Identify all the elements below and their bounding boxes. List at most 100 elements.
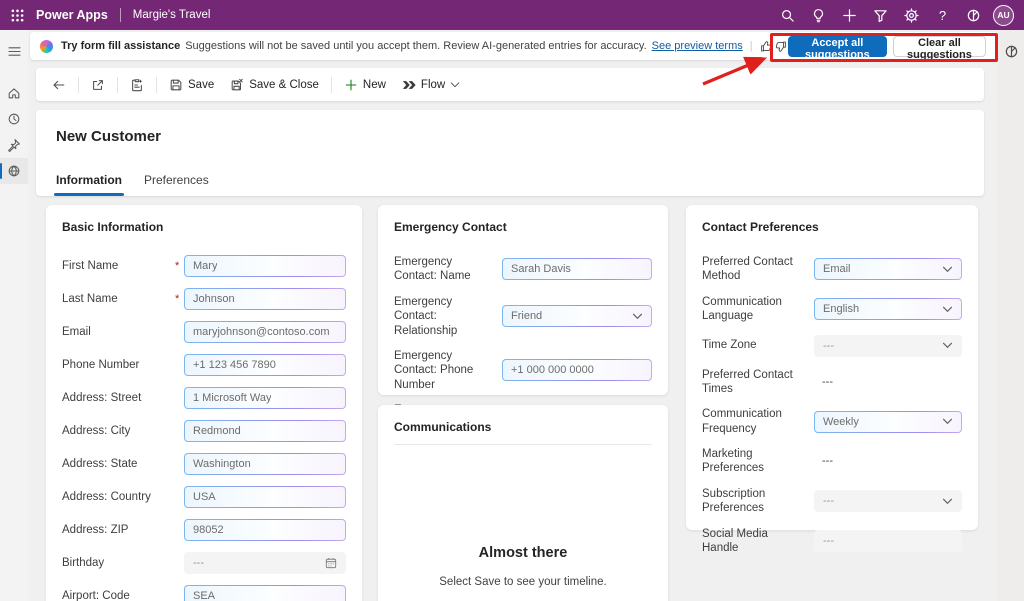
- social-media-handle-input[interactable]: ---: [814, 530, 962, 552]
- sidebar-item-pinned[interactable]: [0, 132, 28, 158]
- new-label: New: [363, 79, 386, 91]
- form-header-card: New Customer Information Preferences: [36, 110, 984, 196]
- field-value: maryjohnson@contoso.com: [193, 326, 330, 338]
- banner-title: Try form fill assistance: [61, 40, 180, 52]
- contact-preferences-card: Contact PreferencesPreferred Contact Met…: [686, 205, 978, 530]
- tab-preferences[interactable]: Preferences: [144, 173, 209, 196]
- phone-number-input[interactable]: +1 123 456 7890: [184, 354, 346, 376]
- sidebar-item-recent[interactable]: [0, 106, 28, 132]
- emergency-contact-name-label: Emergency Contact: Name: [394, 255, 493, 284]
- field-value: SEA: [193, 590, 215, 601]
- accept-all-suggestions-button[interactable]: Accept all suggestions: [788, 36, 887, 57]
- tab-information[interactable]: Information: [56, 173, 122, 196]
- thumbs-down-icon[interactable]: [774, 36, 788, 56]
- time-zone-label: Time Zone: [702, 338, 805, 352]
- lightbulb-icon[interactable]: [803, 0, 834, 30]
- left-sidebar: [0, 30, 28, 601]
- birthday-date-picker[interactable]: ---: [184, 552, 346, 574]
- environment-name[interactable]: Margie's Travel: [133, 9, 211, 21]
- copilot-rail-icon[interactable]: [998, 36, 1024, 66]
- field-value: Washington: [193, 458, 251, 470]
- emergency-contact-relationship-select[interactable]: Friend: [502, 305, 652, 327]
- contact-preferences-title: Contact Preferences: [702, 220, 962, 234]
- help-icon[interactable]: ?: [927, 0, 958, 30]
- save-button[interactable]: Save: [161, 72, 222, 98]
- settings-gear-icon[interactable]: [896, 0, 927, 30]
- command-bar: Save Save & Close New Flow: [36, 68, 984, 101]
- field-value: +1 123 456 7890: [193, 359, 276, 371]
- address-country-label: Address: Country: [62, 490, 175, 504]
- field-value: Weekly: [823, 416, 859, 428]
- field-row: Emergency Contact: RelationshipFriend: [394, 295, 652, 338]
- save-and-close-button[interactable]: Save & Close: [222, 72, 327, 98]
- address-state-label: Address: State: [62, 457, 175, 471]
- address-state-input[interactable]: Washington: [184, 453, 346, 475]
- communications-title: Communications: [394, 420, 652, 445]
- form-fill-banner: Try form fill assistance Suggestions wil…: [30, 32, 998, 60]
- communication-frequency-select[interactable]: Weekly: [814, 411, 962, 433]
- chevron-down-icon: [632, 313, 643, 320]
- thumbs-up-icon[interactable]: [760, 36, 774, 56]
- chevron-down-icon: [450, 80, 460, 90]
- page-title: New Customer: [56, 128, 964, 145]
- field-row: Address: Street1 Microsoft Way: [62, 387, 346, 409]
- banner-message: Suggestions will not be saved until you …: [185, 40, 646, 52]
- last-name-input[interactable]: Johnson: [184, 288, 346, 310]
- address-country-input[interactable]: USA: [184, 486, 346, 508]
- form-fill-assist-icon[interactable]: [122, 72, 152, 98]
- first-name-input[interactable]: Mary: [184, 255, 346, 277]
- last-name-label: Last Name: [62, 292, 175, 306]
- time-zone-select[interactable]: ---: [814, 335, 962, 357]
- email-input[interactable]: maryjohnson@contoso.com: [184, 321, 346, 343]
- copilot-panel-icon[interactable]: [958, 0, 989, 30]
- address-zip-label: Address: ZIP: [62, 523, 175, 537]
- new-button[interactable]: New: [336, 72, 394, 98]
- open-in-new-window-icon[interactable]: [83, 72, 113, 98]
- subscription-preferences-select[interactable]: ---: [814, 490, 962, 512]
- back-button[interactable]: [44, 72, 74, 98]
- marketing-preferences-label: Marketing Preferences: [702, 447, 805, 476]
- communication-language-select[interactable]: English: [814, 298, 962, 320]
- address-zip-input[interactable]: 98052: [184, 519, 346, 541]
- chevron-down-icon: [942, 342, 953, 349]
- app-name[interactable]: Power Apps: [36, 8, 108, 22]
- address-city-input[interactable]: Redmond: [184, 420, 346, 442]
- field-row: Emergency Contact: Name Sarah Davis: [394, 255, 652, 284]
- app-header: Power Apps Margie's Travel ?: [0, 0, 1024, 30]
- sidebar-item-current-app[interactable]: [0, 158, 28, 184]
- marketing-preferences-value: ---: [814, 450, 962, 472]
- field-row: Address: City Redmond: [62, 420, 346, 442]
- field-row: Address: Country USA: [62, 486, 346, 508]
- communication-frequency-label: Communication Frequency: [702, 407, 805, 436]
- airport-code-input[interactable]: SEA: [184, 585, 346, 601]
- flow-button[interactable]: Flow: [394, 72, 468, 98]
- hamburger-menu-icon[interactable]: [0, 38, 28, 64]
- preferred-contact-times-value: ---: [814, 371, 962, 393]
- right-rail: [998, 30, 1024, 601]
- filter-icon[interactable]: [865, 0, 896, 30]
- emergency-contact-name-input[interactable]: Sarah Davis: [502, 258, 652, 280]
- address-street-input[interactable]: 1 Microsoft Way: [184, 387, 346, 409]
- preview-terms-link[interactable]: See preview terms: [652, 40, 743, 52]
- preferred-contact-method-select[interactable]: Email: [814, 258, 962, 280]
- emergency-contact-phone-number-input[interactable]: +1 000 000 0000: [502, 359, 652, 381]
- address-city-label: Address: City: [62, 424, 175, 438]
- required-asterisk: *: [175, 293, 184, 305]
- add-icon[interactable]: [834, 0, 865, 30]
- sidebar-item-home[interactable]: [0, 80, 28, 106]
- search-icon[interactable]: [772, 0, 803, 30]
- account-avatar[interactable]: AU: [993, 5, 1014, 26]
- chevron-down-icon: [942, 266, 953, 273]
- field-value: +1 000 000 0000: [511, 364, 594, 376]
- waffle-menu-icon[interactable]: [0, 0, 34, 30]
- app-header-left: Power Apps Margie's Travel: [0, 0, 210, 30]
- banner-separator: |: [750, 40, 753, 52]
- screen: Power Apps Margie's Travel ?: [0, 0, 1024, 601]
- communication-language-label: Communication Language: [702, 295, 805, 324]
- chevron-down-icon: [942, 498, 953, 505]
- timeline-empty-state: Almost there Select Save to see your tim…: [394, 545, 652, 588]
- clear-all-suggestions-button[interactable]: Clear all suggestions: [893, 36, 986, 57]
- field-row: Emailmaryjohnson@contoso.com: [62, 321, 346, 343]
- app-header-right: ? AU: [772, 0, 1024, 30]
- chevron-down-icon: [942, 306, 953, 313]
